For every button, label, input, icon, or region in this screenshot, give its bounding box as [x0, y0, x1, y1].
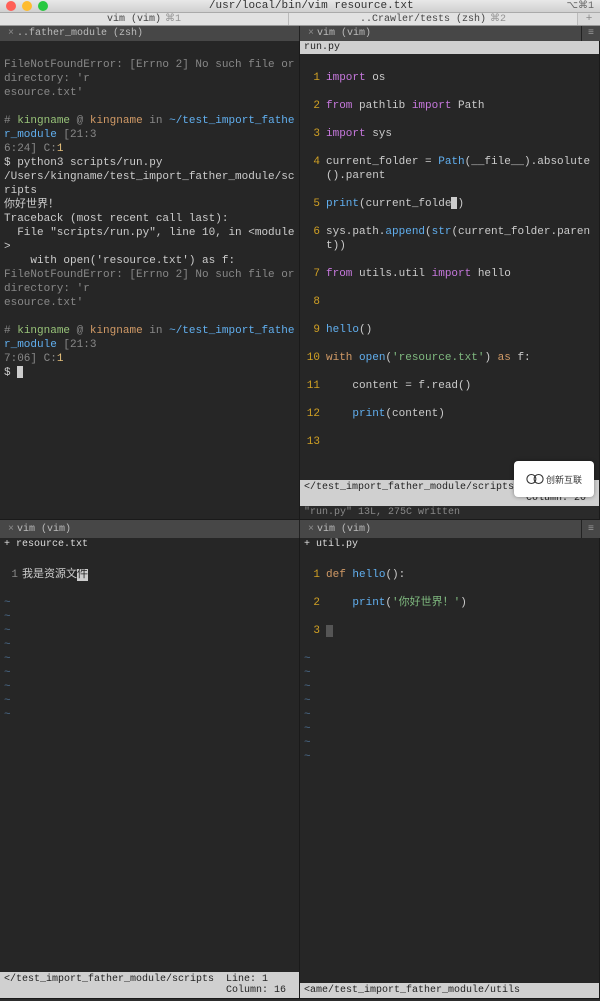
inner-tab-label: vim (vim) [17, 524, 71, 535]
watermark-logo: 创新互联 [514, 461, 594, 497]
code-editor[interactable]: 1def hello(): 2 print('你好世界！') 3 ~~~~~~~… [300, 551, 599, 983]
terminal-output: FileNotFoundError: [Errno 2] No such fil… [0, 41, 299, 519]
window-titlebar: /usr/local/bin/vim resource.txt ⌥⌘1 [0, 0, 600, 13]
close-tab-icon[interactable]: × [8, 28, 14, 39]
close-icon[interactable] [6, 1, 16, 11]
tab-label: ..Crawler/tests (zsh) [360, 14, 486, 25]
inner-tab-label: vim (vim) [317, 28, 371, 39]
zoom-icon[interactable] [38, 1, 48, 11]
minimize-icon[interactable] [22, 1, 32, 11]
inner-tab-label: vim (vim) [317, 524, 371, 535]
inner-tab-bar-bottom: × vim (vim) × vim (vim) ≡ [0, 520, 600, 538]
inner-tab-br[interactable]: × vim (vim) [300, 520, 582, 538]
window-shortcut: ⌥⌘1 [566, 0, 594, 12]
tab-shortcut: ⌘1 [165, 13, 181, 25]
buffer-name: + util.py [300, 538, 599, 551]
status-path: </test_import_father_module/scripts [304, 482, 514, 504]
window-title: /usr/local/bin/vim resource.txt [56, 0, 566, 12]
code-editor[interactable]: 1我是资源文件 ~~~~~~~~~ [0, 551, 299, 972]
pane-resource[interactable]: + resource.txt 1我是资源文件 ~~~~~~~~~ </test_… [0, 538, 300, 999]
vim-message: "run.py" 13L, 275C written [300, 506, 599, 519]
buffer-name: + resource.txt [0, 538, 299, 551]
hamburger-icon[interactable]: ≡ [582, 26, 600, 41]
inner-tab-right[interactable]: × vim (vim) [300, 26, 582, 41]
inner-tab-bar-top: × ..father_module (zsh) × vim (vim) ≡ [0, 26, 600, 41]
hamburger-icon[interactable]: ≡ [582, 520, 600, 538]
tab-crawler[interactable]: ..Crawler/tests (zsh) ⌘2 [289, 13, 578, 25]
status-bar: </test_import_father_module/scripts Line… [0, 972, 299, 998]
pane-runpy[interactable]: run.py 1import os 2from pathlib import P… [300, 41, 600, 520]
close-tab-icon[interactable]: × [308, 28, 314, 39]
status-path: </test_import_father_module/scripts [4, 974, 214, 996]
new-tab-button[interactable]: + [578, 13, 600, 25]
code-editor[interactable]: 1import os 2from pathlib import Path 3im… [300, 54, 599, 480]
inner-tab-label: ..father_module (zsh) [17, 28, 143, 39]
tab-vim[interactable]: vim (vim) ⌘1 [0, 13, 289, 25]
close-tab-icon[interactable]: × [308, 524, 314, 535]
status-path: <ame/test_import_father_module/utils [304, 985, 520, 996]
inner-tab-bl[interactable]: × vim (vim) [0, 520, 300, 538]
main-tab-bar: vim (vim) ⌘1 ..Crawler/tests (zsh) ⌘2 + [0, 13, 600, 26]
tab-shortcut: ⌘2 [490, 13, 506, 25]
pane-util[interactable]: + util.py 1def hello(): 2 print('你好世界！')… [300, 538, 600, 999]
inner-tab-left[interactable]: × ..father_module (zsh) [0, 26, 300, 41]
watermark-text: 创新互联 [546, 473, 582, 486]
tab-label: vim (vim) [107, 14, 161, 25]
pane-terminal[interactable]: FileNotFoundError: [Errno 2] No such fil… [0, 41, 300, 520]
status-bar: <ame/test_import_father_module/utils [300, 983, 599, 998]
close-tab-icon[interactable]: × [8, 524, 14, 535]
status-position: Line: 1 Column: 16 [226, 974, 295, 996]
filename-bar: run.py [300, 41, 599, 54]
